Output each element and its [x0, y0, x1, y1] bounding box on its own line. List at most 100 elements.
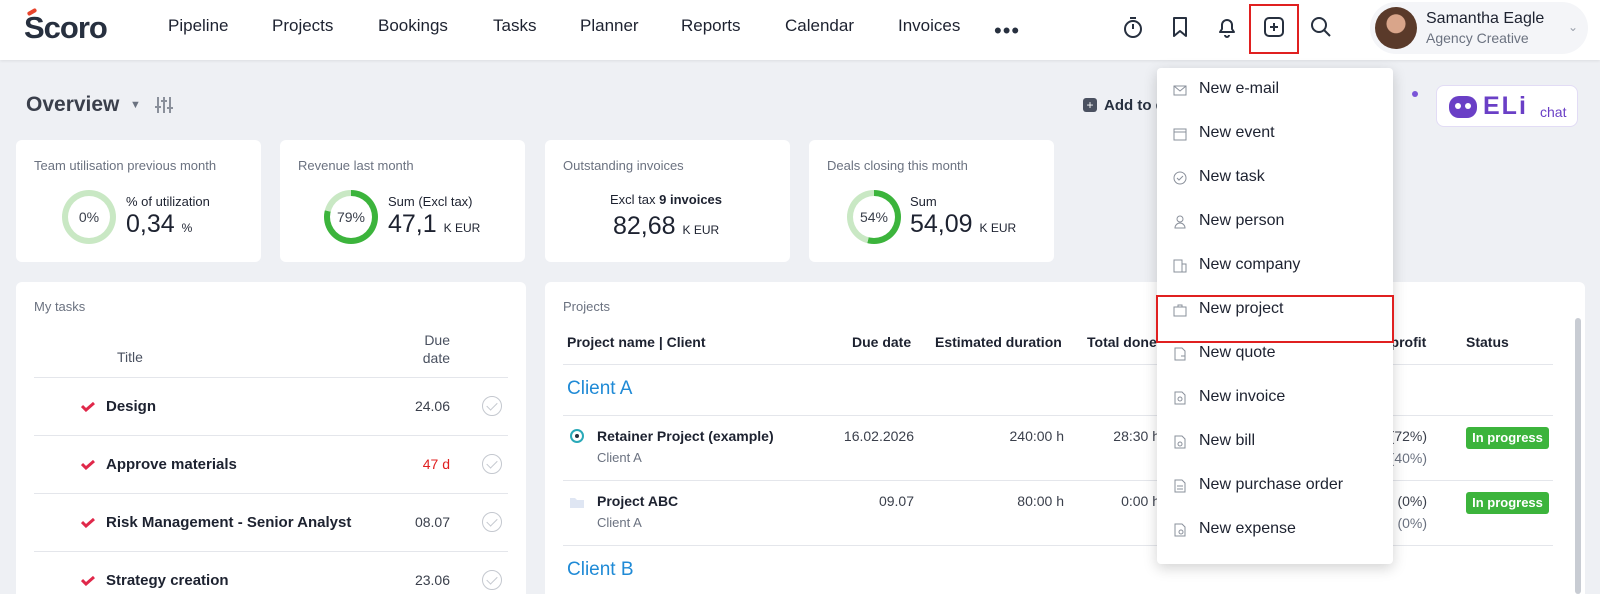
widget-title: Projects [563, 299, 610, 314]
task-title[interactable]: Risk Management - Senior Analyst [106, 514, 351, 531]
menu-item-new-task[interactable]: New task [1157, 156, 1393, 200]
page-title[interactable]: Overview [26, 93, 119, 117]
nav-projects[interactable]: Projects [272, 16, 333, 36]
mail-icon [1173, 85, 1187, 96]
divider [34, 493, 508, 494]
more-icon[interactable]: ••• [994, 18, 1020, 44]
kpi-value: 82,68 K EUR [613, 212, 719, 241]
building-icon [1173, 259, 1187, 273]
kpi-number: 82,68 [613, 212, 676, 240]
menu-item-new-email[interactable]: New e-mail [1157, 68, 1393, 112]
bookmark-icon[interactable] [1167, 14, 1193, 40]
eli-chat-button[interactable]: ELi chat [1436, 85, 1578, 127]
new-project-highlight [1156, 295, 1394, 343]
calendar-icon [1173, 128, 1187, 141]
nav-reports[interactable]: Reports [681, 16, 741, 36]
nav-tasks[interactable]: Tasks [493, 16, 536, 36]
kpi-value: 0,34 % [126, 210, 192, 239]
project-client: Client A [597, 450, 642, 465]
priority-check-icon [81, 518, 95, 528]
scoro-logo[interactable]: Scoro [24, 7, 108, 46]
scrollbar[interactable] [1575, 318, 1581, 594]
add-to-dashboard-link[interactable]: Add to d [1104, 97, 1165, 114]
column-due-line1[interactable]: Due [420, 332, 450, 348]
top-navigation: Scoro Pipeline Projects Bookings Tasks P… [0, 0, 1600, 60]
menu-item-label: New e-mail [1199, 80, 1280, 97]
kpi-invoices-card[interactable]: Outstanding invoices Excl tax 9 invoices… [545, 140, 790, 262]
kpi-deals-card[interactable]: Deals closing this month 54% Sum 54,09 K… [809, 140, 1054, 262]
menu-item-label: New bill [1199, 432, 1256, 449]
kpi-value: 47,1 K EUR [388, 210, 480, 239]
caret-down-icon[interactable]: ▼ [130, 99, 141, 111]
project-estimated: 240:00 h [1009, 428, 1065, 444]
menu-item-new-expense[interactable]: New expense [1157, 508, 1393, 552]
kpi-unit: K EUR [682, 223, 720, 237]
menu-item-label: New person [1199, 212, 1285, 229]
dashboard-settings-icon[interactable] [154, 95, 174, 115]
complete-task-icon[interactable] [482, 396, 502, 416]
menu-item-label: New company [1199, 256, 1301, 273]
task-title[interactable]: Strategy creation [106, 572, 229, 589]
quote-icon [1174, 347, 1186, 361]
eli-brand: ELi [1483, 92, 1528, 120]
nav-pipeline[interactable]: Pipeline [168, 16, 229, 36]
divider [34, 377, 508, 378]
column-title[interactable]: Title [117, 349, 143, 365]
menu-item-new-event[interactable]: New event [1157, 112, 1393, 156]
search-icon[interactable] [1308, 14, 1334, 40]
task-due-date: 24.06 [414, 398, 450, 414]
project-done: 28:30 h [1113, 428, 1160, 444]
bell-icon[interactable] [1214, 14, 1240, 40]
menu-item-label: New task [1199, 168, 1265, 185]
retainer-icon [570, 429, 584, 443]
divider [34, 551, 508, 552]
priority-check-icon [81, 576, 95, 586]
column-due-date[interactable]: Due date [852, 334, 911, 350]
task-title[interactable]: Design [106, 398, 156, 415]
client-group-link[interactable]: Client B [567, 559, 634, 581]
client-group-link[interactable]: Client A [567, 378, 632, 400]
kpi-value: 54,09 K EUR [910, 210, 1016, 239]
menu-item-new-purchase-order[interactable]: New purchase order [1157, 464, 1393, 508]
column-project-name[interactable]: Project name | Client [567, 334, 706, 350]
kpi-revenue-card[interactable]: Revenue last month 79% Sum (Excl tax) 47… [280, 140, 525, 262]
project-name[interactable]: Retainer Project (example) [597, 428, 774, 444]
project-name[interactable]: Project ABC [597, 493, 678, 509]
nav-planner[interactable]: Planner [580, 16, 639, 36]
nav-bookings[interactable]: Bookings [378, 16, 448, 36]
priority-check-icon [81, 460, 95, 470]
status-badge: In progress [1466, 492, 1549, 514]
column-estimated-duration[interactable]: Estimated duration [935, 334, 1062, 350]
column-total-done[interactable]: Total done [1087, 334, 1157, 350]
project-client: Client A [597, 515, 642, 530]
menu-item-new-invoice[interactable]: New invoice [1157, 376, 1393, 420]
kpi-caption: Sum (Excl tax) [388, 194, 473, 209]
kpi-label: Team utilisation previous month [34, 158, 217, 173]
menu-item-label: New expense [1199, 520, 1296, 537]
add-widget-icon[interactable]: + [1083, 98, 1097, 112]
project-done: 0:00 h [1121, 493, 1160, 509]
expense-icon [1174, 523, 1186, 537]
nav-calendar[interactable]: Calendar [785, 16, 854, 36]
stopwatch-icon[interactable] [1120, 14, 1146, 40]
kpi-number: 0,34 [126, 210, 175, 238]
kpi-number: 47,1 [388, 210, 437, 238]
task-title[interactable]: Approve materials [106, 456, 237, 473]
complete-task-icon[interactable] [482, 570, 502, 590]
menu-item-new-person[interactable]: New person [1157, 200, 1393, 244]
column-status[interactable]: Status [1466, 334, 1509, 350]
column-due-line2[interactable]: date [420, 350, 450, 366]
nav-invoices[interactable]: Invoices [898, 16, 960, 36]
kpi-utilisation-card[interactable]: Team utilisation previous month 0% % of … [16, 140, 261, 262]
my-tasks-widget [16, 282, 526, 594]
user-menu[interactable]: Samantha Eagle Agency Creative ⌄ [1370, 2, 1588, 54]
project-estimated: 80:00 h [1017, 493, 1064, 509]
document-icon [1174, 479, 1186, 493]
complete-task-icon[interactable] [482, 512, 502, 532]
deals-donut: 54% [847, 190, 901, 244]
project-due: 16.02.2026 [843, 428, 914, 444]
priority-check-icon [81, 402, 95, 412]
menu-item-new-bill[interactable]: New bill [1157, 420, 1393, 464]
complete-task-icon[interactable] [482, 454, 502, 474]
menu-item-new-company[interactable]: New company [1157, 244, 1393, 288]
